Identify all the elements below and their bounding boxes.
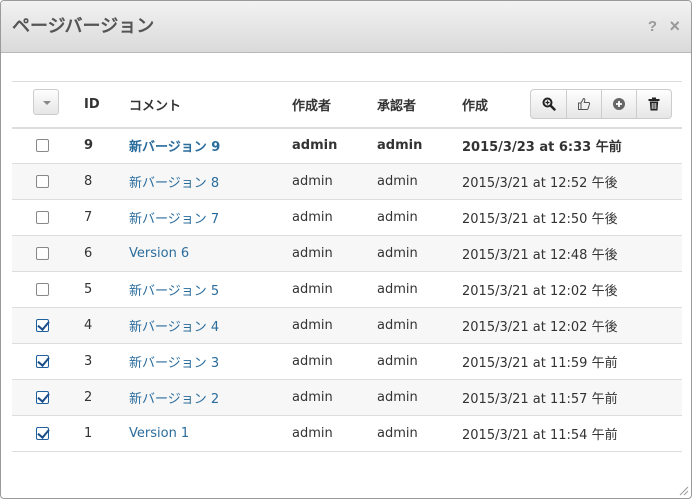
row-id: 8	[84, 174, 93, 189]
row-checkbox[interactable]	[35, 211, 49, 224]
row-author: admin	[292, 246, 333, 261]
version-comment-link[interactable]: 新バージョン 4	[129, 320, 219, 335]
version-comment-link[interactable]: 新バージョン 2	[129, 392, 219, 407]
table-row: 4 新バージョン 4 admin admin 2015/3/21 at 12:0…	[12, 307, 682, 344]
row-approver: admin	[377, 210, 418, 225]
table-row: 1 Version 1 admin admin 2015/3/21 at 11:…	[12, 416, 682, 452]
version-comment-link[interactable]: 新バージョン 5	[129, 284, 219, 299]
version-comment-link[interactable]: Version 6	[129, 246, 189, 261]
new-version-button[interactable]	[601, 90, 636, 118]
header-id: ID	[84, 96, 100, 112]
approve-button[interactable]	[566, 90, 601, 118]
row-id: 4	[84, 318, 93, 333]
row-created: 2015/3/21 at 11:59 午前	[462, 356, 618, 371]
version-comment-link[interactable]: Version 1	[129, 426, 189, 441]
table-row: 7 新バージョン 7 admin admin 2015/3/21 at 12:5…	[12, 200, 682, 236]
row-created: 2015/3/21 at 12:02 午後	[462, 284, 618, 299]
dialog-title: ページバージョン	[12, 16, 155, 37]
row-approver: admin	[377, 174, 418, 189]
versions-table: ID コメント 作成者 承認者 作成 9 新バージョン 9 admin admi…	[12, 81, 682, 452]
header-comment: コメント	[129, 98, 182, 114]
delete-button[interactable]	[636, 90, 671, 118]
row-approver: admin	[377, 426, 418, 441]
row-id: 9	[84, 138, 94, 154]
row-id: 3	[84, 354, 93, 369]
row-checkbox[interactable]	[35, 319, 49, 332]
row-id: 6	[84, 246, 93, 261]
table-row: 2 新バージョン 2 admin admin 2015/3/21 at 11:5…	[12, 379, 682, 416]
row-checkbox[interactable]	[35, 247, 49, 260]
row-checkbox[interactable]	[35, 175, 49, 188]
row-approver: admin	[377, 246, 418, 261]
version-comment-link[interactable]: 新バージョン 7	[129, 212, 219, 227]
row-created: 2015/3/21 at 12:52 午後	[462, 176, 618, 191]
row-author: admin	[292, 318, 333, 333]
compare-button[interactable]	[531, 90, 566, 118]
help-icon[interactable]: ?	[648, 18, 657, 35]
row-checkbox[interactable]	[35, 427, 49, 440]
row-checkbox[interactable]	[35, 391, 49, 404]
row-approver: admin	[377, 138, 423, 154]
table-row: 9 新バージョン 9 admin admin 2015/3/23 at 6:33…	[12, 128, 682, 164]
row-created: 2015/3/21 at 11:57 午前	[462, 392, 618, 407]
row-checkbox[interactable]	[35, 139, 49, 153]
select-all-header	[12, 82, 72, 128]
row-author: admin	[292, 138, 338, 154]
plus-circle-icon	[613, 98, 625, 110]
magnify-icon	[542, 97, 556, 111]
version-comment-link[interactable]: 新バージョン 8	[129, 176, 219, 191]
table-row: 6 Version 6 admin admin 2015/3/21 at 12:…	[12, 235, 682, 272]
thumbs-up-icon	[578, 97, 591, 110]
close-icon[interactable]: ×	[669, 16, 680, 37]
row-approver: admin	[377, 318, 418, 333]
row-checkbox[interactable]	[35, 355, 49, 368]
row-created: 2015/3/23 at 6:33 午前	[462, 140, 622, 156]
version-comment-link[interactable]: 新バージョン 9	[129, 140, 220, 155]
caret-down-icon	[43, 101, 51, 106]
resize-grip-icon[interactable]	[679, 486, 689, 496]
version-actions-toolbar	[530, 89, 672, 119]
versions-table-container: ID コメント 作成者 承認者 作成 9 新バージョン 9 admin admi…	[12, 81, 682, 452]
row-author: admin	[292, 354, 333, 369]
row-approver: admin	[377, 354, 418, 369]
row-approver: admin	[377, 390, 418, 405]
row-author: admin	[292, 174, 333, 189]
trash-icon	[648, 97, 660, 111]
row-created: 2015/3/21 at 12:02 午後	[462, 320, 618, 335]
select-all-dropdown[interactable]	[33, 89, 59, 116]
row-author: admin	[292, 282, 333, 297]
header-approver: 承認者	[377, 98, 417, 114]
header-author: 作成者	[292, 98, 332, 114]
row-created: 2015/3/21 at 11:54 午前	[462, 428, 618, 443]
row-created: 2015/3/21 at 12:50 午後	[462, 212, 618, 227]
row-id: 2	[84, 390, 93, 405]
table-row: 5 新バージョン 5 admin admin 2015/3/21 at 12:0…	[12, 272, 682, 308]
table-row: 8 新バージョン 8 admin admin 2015/3/21 at 12:5…	[12, 163, 682, 200]
table-row: 3 新バージョン 3 admin admin 2015/3/21 at 11:5…	[12, 344, 682, 380]
row-id: 5	[84, 282, 93, 297]
row-checkbox[interactable]	[35, 283, 49, 296]
row-id: 7	[84, 210, 93, 225]
dialog-titlebar[interactable]: ページバージョン ? ×	[1, 1, 691, 53]
versions-table-body: 9 新バージョン 9 admin admin 2015/3/23 at 6:33…	[12, 128, 682, 452]
row-created: 2015/3/21 at 12:48 午後	[462, 248, 618, 263]
row-author: admin	[292, 426, 333, 441]
row-author: admin	[292, 210, 333, 225]
version-comment-link[interactable]: 新バージョン 3	[129, 356, 219, 371]
row-approver: admin	[377, 282, 418, 297]
row-author: admin	[292, 390, 333, 405]
page-versions-dialog: ページバージョン ? × ID コメント 作成者 承認者 作成 9 新バージョン…	[0, 0, 692, 499]
row-id: 1	[84, 426, 93, 441]
